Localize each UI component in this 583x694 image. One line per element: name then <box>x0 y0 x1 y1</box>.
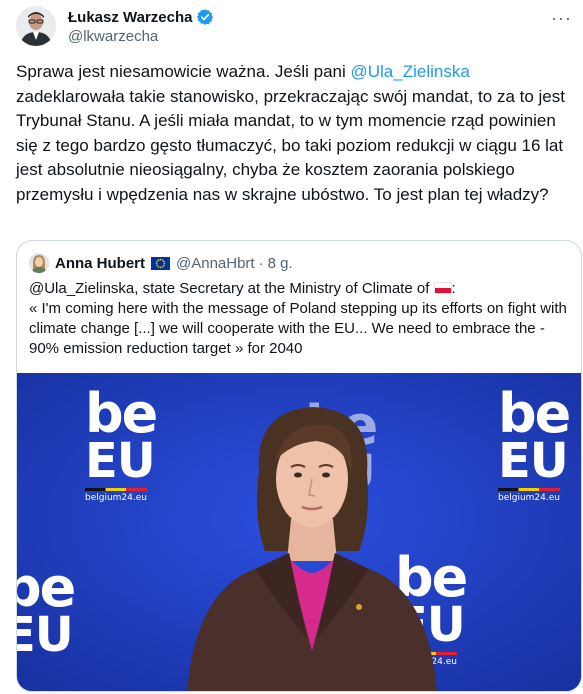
quoted-tweet-header: Anna Hubert @AnnaHbrt · 8 g. <box>29 253 293 273</box>
quoted-text-rest: « I'm coming here with the message of Po… <box>29 300 567 357</box>
quoted-text-colon: : <box>451 280 456 297</box>
verified-badge-icon[interactable] <box>196 8 214 26</box>
author-name-row: Łukasz Warzecha <box>68 8 214 26</box>
video-player[interactable]: be EU belgium24.eu be EU be EU belgium24… <box>17 373 581 691</box>
quoted-author-handle[interactable]: @AnnaHbrt <box>176 255 255 272</box>
more-options-icon[interactable]: ··· <box>551 8 572 29</box>
mention-link[interactable]: @Ula_Zielinska <box>351 62 470 81</box>
author-avatar[interactable] <box>16 6 56 46</box>
author-display-name[interactable]: Łukasz Warzecha <box>68 9 193 26</box>
quoted-tweet-time[interactable]: 8 g. <box>268 255 293 272</box>
tweet-header: Łukasz Warzecha @lkwarzecha ··· <box>16 6 576 48</box>
quoted-tweet-text: @Ula_Zielinska, state Secretary at the M… <box>29 279 574 359</box>
speaker-figure <box>187 407 437 691</box>
be-eu-logo-top-left: be EU belgium24.eu <box>85 382 158 503</box>
be-eu-logo-bottom-left: be EU <box>17 556 76 663</box>
quoted-author-name[interactable]: Anna Hubert <box>55 255 145 272</box>
tweet-text-end: zadeklarowała takie stanowisko, przekrac… <box>16 86 565 204</box>
quoted-tweet[interactable]: Anna Hubert @AnnaHbrt · 8 g. @Ula_Zielin… <box>16 240 582 692</box>
be-eu-logo-top-right: be EU belgium24.eu <box>498 382 571 503</box>
quoted-text-line1: @Ula_Zielinska, state Secretary at the M… <box>29 280 434 297</box>
tweet-text: Sprawa jest niesamowicie ważna. Jeśli pa… <box>16 60 571 207</box>
poland-flag-icon <box>433 282 452 294</box>
tweet-text-start: Sprawa jest niesamowicie ważna. Jeśli pa… <box>16 62 351 81</box>
author-handle[interactable]: @lkwarzecha <box>68 28 158 45</box>
separator-dot: · <box>258 254 264 272</box>
eu-flag-icon <box>151 256 170 270</box>
quoted-author-avatar[interactable] <box>29 253 49 273</box>
